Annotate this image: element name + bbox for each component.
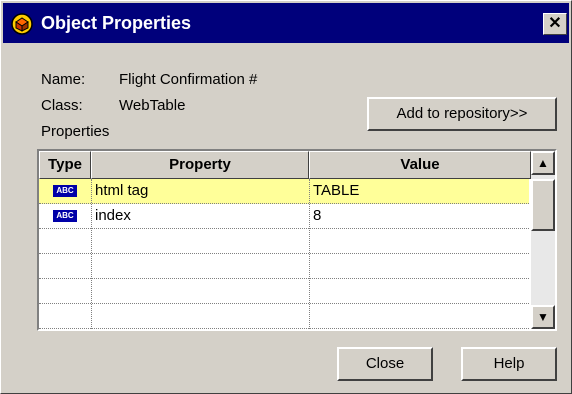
column-header-property[interactable]: Property bbox=[91, 151, 309, 179]
vertical-scrollbar[interactable]: ▲ ▼ bbox=[531, 151, 555, 329]
close-window-button[interactable]: ✕ bbox=[543, 13, 567, 35]
column-divider bbox=[91, 179, 92, 329]
close-icon: ✕ bbox=[548, 15, 562, 32]
empty-row bbox=[39, 229, 529, 254]
table-row[interactable]: ABC index 8 bbox=[39, 204, 529, 229]
arrow-down-icon: ▼ bbox=[537, 310, 549, 324]
window-title: Object Properties bbox=[41, 13, 192, 33]
title-bar[interactable]: Object Properties ✕ bbox=[3, 3, 569, 43]
property-cell: index bbox=[95, 207, 131, 224]
empty-row bbox=[39, 279, 529, 304]
name-value: Flight Confirmation # bbox=[119, 71, 258, 88]
help-button[interactable]: Help bbox=[461, 347, 557, 381]
column-header-type[interactable]: Type bbox=[39, 151, 91, 179]
close-button[interactable]: Close bbox=[337, 347, 433, 381]
column-divider bbox=[309, 179, 310, 329]
object-properties-icon bbox=[11, 13, 33, 35]
value-cell[interactable]: TABLE bbox=[313, 179, 359, 203]
property-cell: html tag bbox=[95, 182, 149, 199]
empty-row bbox=[39, 304, 529, 329]
abc-string-icon: ABC bbox=[53, 210, 77, 222]
column-header-value[interactable]: Value bbox=[309, 151, 531, 179]
arrow-up-icon: ▲ bbox=[537, 156, 549, 170]
scroll-down-button[interactable]: ▼ bbox=[531, 305, 555, 329]
value-cell[interactable]: 8 bbox=[313, 204, 321, 228]
name-label: Name: bbox=[41, 71, 86, 88]
class-value: WebTable bbox=[119, 97, 186, 114]
properties-label: Properties bbox=[41, 123, 110, 140]
empty-row bbox=[39, 254, 529, 279]
table-row[interactable]: ABC html tag TABLE bbox=[39, 179, 529, 204]
object-properties-dialog: Object Properties ✕ Name: Flight Confirm… bbox=[0, 0, 572, 394]
scroll-thumb[interactable] bbox=[531, 179, 555, 231]
add-to-repository-button[interactable]: Add to repository>> bbox=[367, 97, 557, 131]
properties-table: Type Property Value ABC html tag TABLE A… bbox=[37, 149, 557, 331]
abc-string-icon: ABC bbox=[53, 185, 77, 197]
class-label: Class: bbox=[41, 97, 83, 114]
scroll-up-button[interactable]: ▲ bbox=[531, 151, 555, 175]
